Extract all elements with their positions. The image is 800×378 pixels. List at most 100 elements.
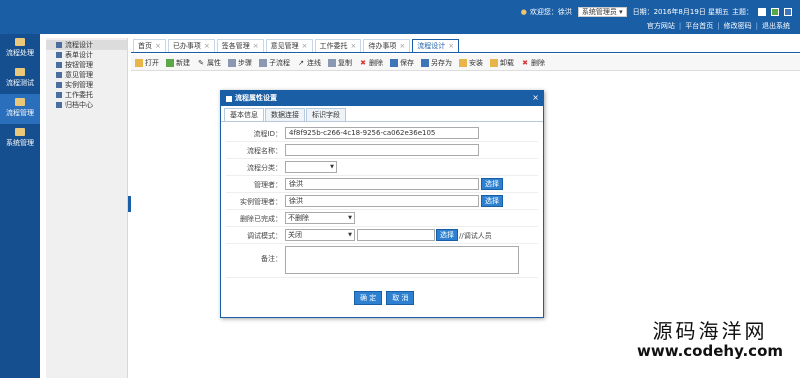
tab-opinion[interactable]: 意见管理 × [265, 39, 313, 52]
document-icon [56, 52, 62, 58]
watermark-line2: www.codehy.com [636, 342, 784, 360]
delete-completed-select[interactable]: 不删除 [285, 212, 355, 224]
close-icon: × [155, 42, 161, 50]
toolbar: 打开 新建 ✎ 属性 步骤 子流程 ↗ 连线 复制 ✖ 删除 保存 另存为 安装 卸载… [131, 55, 800, 71]
uninstall-button[interactable]: 卸载 [490, 58, 514, 68]
role-select[interactable]: 系统管理员 ▾ [577, 7, 627, 17]
properties-form: 流程ID： 4f8f925b-c266-4c18-9256-ca062e36e10… [226, 125, 538, 278]
tab-flow-design[interactable]: 流程设计 × [412, 39, 460, 52]
debug-note: //调试人员 [459, 232, 492, 240]
flow-id-field[interactable]: 4f8f925b-c266-4c18-9256-ca062e36e105 [285, 127, 479, 139]
tree-item-opinion-manage[interactable]: 意见管理 [46, 70, 127, 80]
dialog-tabs: 基本信息 数据连接 标识字段 [221, 108, 543, 122]
tab-bar: 首页 × 已办事项 × 签各管理 × 意见管理 × 工作委托 × 待办事项 × 流程设计 × [131, 38, 800, 53]
new-icon [166, 58, 174, 67]
uninstall-icon [490, 58, 498, 67]
delete-completed-label: 删除已完成： [240, 215, 282, 223]
tree-item-instance-manage[interactable]: 实例管理 [46, 80, 127, 90]
tab-todo[interactable]: 待办事项 × [363, 39, 411, 52]
save-as-icon [421, 58, 429, 67]
link-home[interactable]: 平台首页 [685, 21, 713, 31]
nav-flow-process[interactable]: 流程处理 [0, 34, 40, 64]
name-label: 流程名称： [247, 147, 282, 155]
close-icon: × [252, 42, 259, 50]
delete-button[interactable]: ✖ 删除 [359, 58, 383, 68]
top-links: 官方网站 | 平台首页 | 修改密码 | 退出系统 [646, 21, 790, 31]
properties-button[interactable]: ✎ 属性 [197, 58, 221, 68]
tree-item-form-design[interactable]: 表单设计 [46, 50, 127, 60]
folder-icon [15, 68, 25, 76]
tree-item-archive[interactable]: 归档中心 [46, 100, 127, 110]
theme-label: 主题： [732, 8, 753, 16]
debug-mode-label: 调试模式： [247, 232, 282, 240]
tab-data-connection[interactable]: 数据连接 [265, 108, 305, 121]
tab-done[interactable]: 已办事项 × [167, 39, 215, 52]
folder-icon [15, 98, 25, 106]
close-icon[interactable]: × [532, 93, 539, 102]
category-select[interactable] [285, 161, 337, 173]
close-icon: × [301, 42, 308, 50]
document-icon [56, 82, 62, 88]
tab-identity-field[interactable]: 标识字段 [306, 108, 346, 121]
secondary-nav: 流程设计 表单设计 按钮管理 意见管理 实例管理 工作委托 归档中心 [46, 38, 128, 378]
instance-manager-field[interactable]: 徐洪 [285, 195, 479, 207]
debug-user-field[interactable] [357, 229, 435, 241]
link-logout[interactable]: 退出系统 [762, 21, 790, 31]
document-icon [56, 62, 62, 68]
copy-icon [328, 58, 336, 67]
copy-button[interactable]: 复制 [328, 58, 352, 68]
tab-delegation[interactable]: 工作委托 × [314, 39, 362, 52]
remark-textarea[interactable] [285, 246, 519, 274]
flow-properties-dialog: 流程属性设置 × 基本信息 数据连接 标识字段 流程ID： 4f8f925b-c2… [220, 90, 544, 318]
folder-icon [15, 38, 25, 46]
theme-green[interactable] [771, 8, 779, 16]
document-icon [56, 102, 62, 108]
remove-button[interactable]: ✖ 删除 [521, 58, 545, 68]
dialog-buttons: 确 定 取 消 [354, 291, 415, 305]
left-nav: 流程处理 流程测试 流程管理 系统管理 [0, 34, 40, 378]
install-icon [459, 58, 467, 67]
save-icon [390, 58, 398, 67]
dialog-title-bar: 流程属性设置 [221, 91, 543, 106]
close-icon: × [399, 42, 406, 50]
top-header: ● 欢迎您：徐洪 系统管理员 ▾ 日期：2016年8月19日 星期五 主题： 官… [0, 0, 800, 34]
save-button[interactable]: 保存 [390, 58, 414, 68]
delete-icon: ✖ [360, 58, 366, 67]
folder-icon [15, 128, 25, 136]
flow-name-field[interactable] [285, 144, 479, 156]
install-button[interactable]: 安装 [459, 58, 483, 68]
delete-icon: ✖ [522, 58, 528, 67]
nav-flow-test[interactable]: 流程测试 [0, 64, 40, 94]
connect-button[interactable]: ↗ 连线 [297, 58, 321, 68]
link-official[interactable]: 官方网站 [647, 21, 675, 31]
link-password[interactable]: 修改密码 [724, 21, 752, 31]
wrench-icon: ✎ [198, 58, 204, 67]
theme-white[interactable] [758, 8, 766, 16]
nav-flow-manage[interactable]: 流程管理 [0, 94, 40, 124]
document-icon [56, 72, 62, 78]
tree-item-button-manage[interactable]: 按钮管理 [46, 60, 127, 70]
nav-system-manage[interactable]: 系统管理 [0, 124, 40, 154]
user-bar: ● 欢迎您：徐洪 系统管理员 ▾ 日期：2016年8月19日 星期五 主题： [521, 7, 792, 17]
tree-item-flow-design[interactable]: 流程设计 [46, 40, 127, 50]
step-button[interactable]: 步骤 [228, 58, 252, 68]
new-button[interactable]: 新建 [166, 58, 190, 68]
ok-button[interactable]: 确 定 [354, 291, 383, 305]
debug-pick-button[interactable]: 选择 [436, 229, 458, 241]
document-icon [56, 92, 62, 98]
manager-field[interactable]: 徐洪 [285, 178, 479, 190]
tab-basic-info[interactable]: 基本信息 [224, 108, 264, 121]
line-icon: ↗ [298, 58, 304, 67]
debug-mode-select[interactable]: 关闭 [285, 229, 355, 241]
instance-pick-button[interactable]: 选择 [481, 195, 503, 207]
step-icon [228, 58, 236, 67]
tree-item-delegation[interactable]: 工作委托 [46, 90, 127, 100]
open-button[interactable]: 打开 [135, 58, 159, 68]
tab-sign[interactable]: 签各管理 × [216, 39, 264, 52]
theme-blue[interactable] [784, 8, 792, 16]
tab-home[interactable]: 首页 × [133, 39, 166, 52]
manager-pick-button[interactable]: 选择 [481, 178, 503, 190]
cancel-button[interactable]: 取 消 [386, 291, 415, 305]
subflow-button[interactable]: 子流程 [259, 58, 290, 68]
save-as-button[interactable]: 另存为 [421, 58, 452, 68]
